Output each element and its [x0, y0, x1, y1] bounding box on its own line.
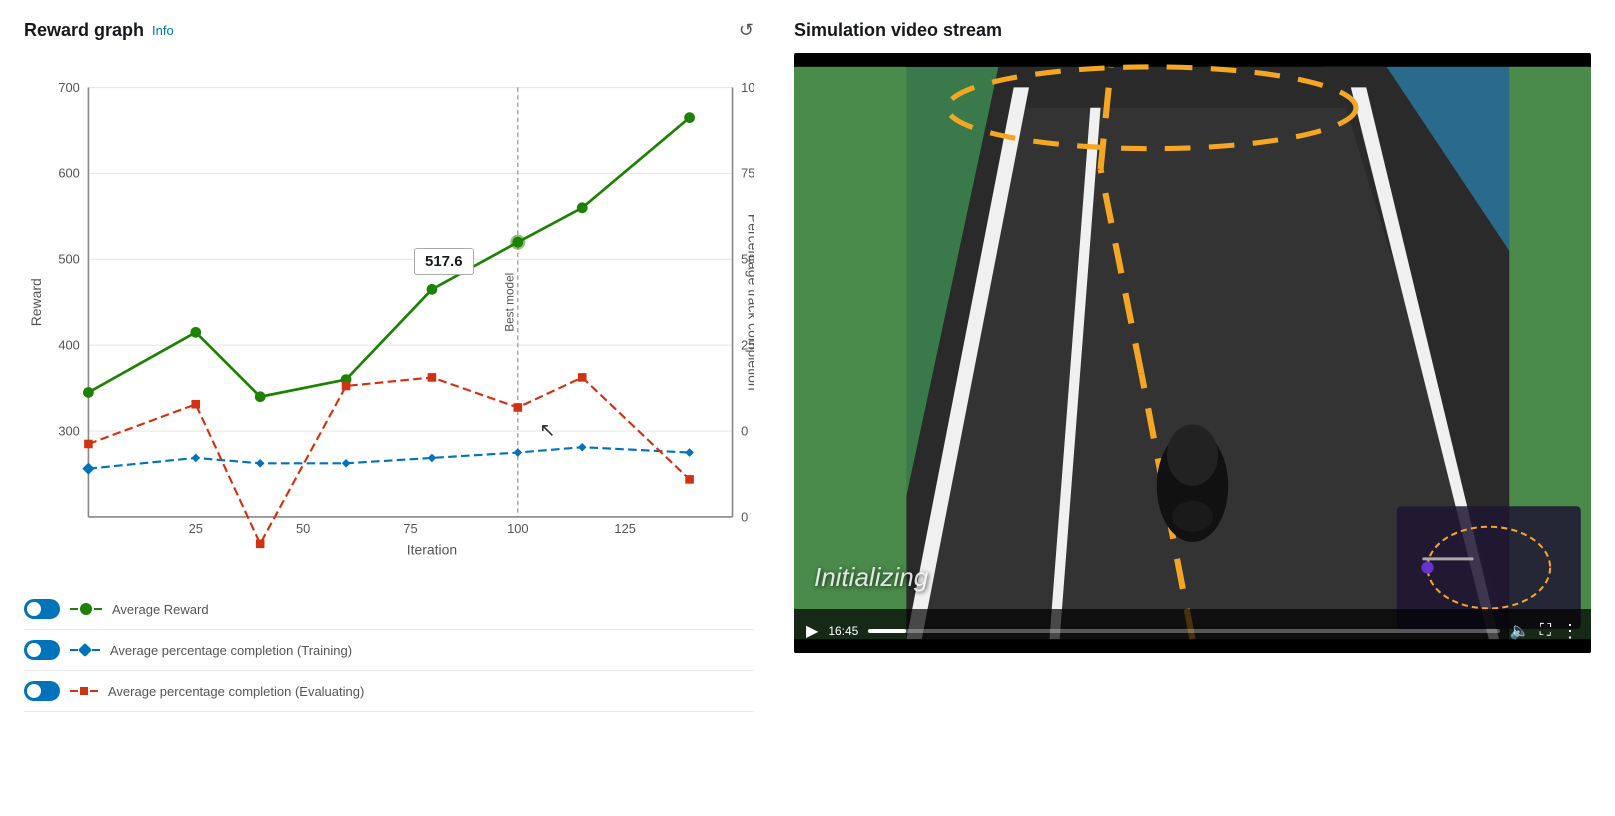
- svg-text:125: 125: [614, 521, 635, 536]
- legend-line-reward: [70, 603, 102, 615]
- fullscreen-button[interactable]: ⛶: [1540, 622, 1551, 640]
- svg-text:Iteration: Iteration: [407, 542, 457, 558]
- svg-text:400: 400: [58, 337, 79, 352]
- svg-text:25: 25: [189, 521, 203, 536]
- more-options-button[interactable]: ⋮: [1561, 621, 1579, 642]
- video-container[interactable]: Initializing ▶ 16:45 🔈 ⛶ ⋮: [794, 53, 1591, 653]
- legend-line-training: [70, 645, 100, 655]
- video-controls-bar: ▶ 16:45 🔈 ⛶ ⋮: [794, 609, 1591, 653]
- simulation-header: Simulation video stream: [794, 20, 1591, 41]
- svg-text:Reward: Reward: [28, 278, 44, 326]
- svg-text:Percentage track completion: Percentage track completion: [746, 214, 754, 391]
- legend-label-reward: Average Reward: [112, 602, 209, 617]
- video-overlay-text: Initializing: [814, 562, 928, 593]
- svg-text:↖: ↖: [539, 420, 555, 441]
- legend-item-reward: Average Reward: [24, 589, 754, 630]
- svg-text:75: 75: [403, 521, 417, 536]
- legend-label-evaluating: Average percentage completion (Evaluatin…: [108, 684, 364, 699]
- svg-text:0: 0: [741, 423, 748, 438]
- legend-item-training: Average percentage completion (Training): [24, 630, 754, 671]
- reward-chart-svg: 700 600 500 400 300 Reward 100 75 50 25 …: [24, 53, 754, 573]
- legend-item-evaluating: Average percentage completion (Evaluatin…: [24, 671, 754, 712]
- reward-graph-header: Reward graph Info ↺: [24, 20, 754, 41]
- svg-text:50: 50: [296, 521, 310, 536]
- legend-line-evaluating: [70, 687, 98, 695]
- toggle-reward[interactable]: [24, 599, 60, 619]
- svg-text:0: 0: [741, 509, 748, 524]
- svg-text:600: 600: [58, 166, 79, 181]
- svg-text:100: 100: [741, 80, 754, 95]
- simulation-title: Simulation video stream: [794, 20, 1002, 41]
- reward-graph-title: Reward graph: [24, 20, 144, 41]
- svg-text:500: 500: [58, 252, 79, 267]
- time-display: 16:45: [828, 624, 858, 638]
- right-panel: Simulation video stream: [794, 20, 1591, 796]
- progress-bar[interactable]: [868, 629, 1500, 633]
- svg-text:700: 700: [58, 80, 79, 95]
- toggle-training[interactable]: [24, 640, 60, 660]
- svg-text:Best model: Best model: [503, 273, 517, 332]
- chart-legend: Average Reward Average percentage comple…: [24, 589, 754, 712]
- reward-chart-container: 517.6 700 600 500 400 300: [24, 53, 754, 573]
- left-panel: Reward graph Info ↺ 517.6: [24, 20, 754, 796]
- progress-bar-fill: [868, 629, 906, 633]
- svg-text:300: 300: [58, 423, 79, 438]
- legend-label-training: Average percentage completion (Training): [110, 643, 352, 658]
- toggle-evaluating[interactable]: [24, 681, 60, 701]
- play-button[interactable]: ▶: [806, 621, 818, 641]
- svg-text:100: 100: [507, 521, 528, 536]
- svg-text:75: 75: [741, 166, 754, 181]
- volume-button[interactable]: 🔈: [1510, 621, 1530, 641]
- main-container: Reward graph Info ↺ 517.6: [0, 0, 1615, 816]
- refresh-button[interactable]: ↺: [739, 20, 754, 41]
- info-link[interactable]: Info: [152, 23, 174, 38]
